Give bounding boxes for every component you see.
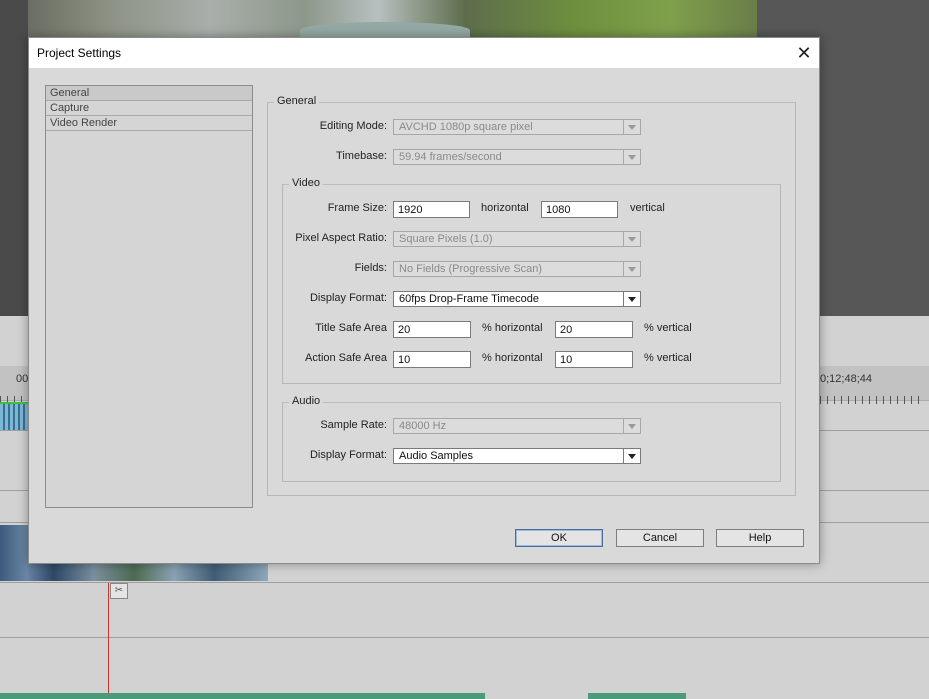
chevron-down-icon xyxy=(623,120,640,134)
chevron-down-icon xyxy=(623,232,640,246)
video-preview-detail xyxy=(300,22,470,38)
audio-group-label: Audio xyxy=(289,395,324,407)
frame-size-label: Frame Size: xyxy=(327,202,387,214)
nav-item-general[interactable]: General xyxy=(46,86,252,101)
fields-value: No Fields (Progressive Scan) xyxy=(399,263,543,275)
action-safe-h-input[interactable] xyxy=(393,351,471,368)
track-divider xyxy=(0,582,929,583)
dialog-titlebar[interactable]: Project Settings ✕ xyxy=(29,38,819,68)
sample-rate-label: Sample Rate: xyxy=(320,419,387,431)
action-safe-v-input[interactable] xyxy=(555,351,633,368)
audio-display-format-value: Audio Samples xyxy=(399,450,473,462)
nav-item-capture[interactable]: Capture xyxy=(46,101,252,116)
audio-display-format-select[interactable]: Audio Samples xyxy=(393,448,641,464)
playhead[interactable] xyxy=(108,583,109,699)
audio-clip[interactable] xyxy=(588,693,686,699)
title-safe-v-input[interactable] xyxy=(555,321,633,338)
action-safe-h-unit: % horizontal xyxy=(482,352,543,364)
action-safe-label: Action Safe Area xyxy=(305,352,387,364)
editing-mode-value: AVCHD 1080p square pixel xyxy=(399,121,533,133)
video-display-format-value: 60fps Drop-Frame Timecode xyxy=(399,293,539,305)
audio-clip[interactable] xyxy=(0,693,485,699)
action-safe-v-unit: % vertical xyxy=(644,352,692,364)
audio-display-format-label: Display Format: xyxy=(309,449,387,461)
sample-rate-value: 48000 Hz xyxy=(399,420,447,432)
title-safe-label: Title Safe Area xyxy=(315,322,387,334)
cancel-button[interactable]: Cancel xyxy=(616,529,704,547)
pixel-aspect-label: Pixel Aspect Ratio: xyxy=(295,232,387,244)
timeline-clip[interactable] xyxy=(0,404,28,430)
chevron-down-icon xyxy=(623,419,640,433)
video-display-format-select[interactable]: 60fps Drop-Frame Timecode xyxy=(393,291,641,307)
chevron-down-icon xyxy=(623,292,640,306)
editing-mode-label: Editing Mode: xyxy=(319,120,387,132)
timebase-select[interactable]: 59.94 frames/second xyxy=(393,149,641,165)
fields-select[interactable]: No Fields (Progressive Scan) xyxy=(393,261,641,277)
frame-width-input[interactable] xyxy=(393,201,470,218)
ruler-timecode-right: 0;12;48;44 xyxy=(820,373,872,385)
chevron-down-icon xyxy=(623,262,640,276)
audio-group: Audio xyxy=(282,395,781,482)
editing-mode-select[interactable]: AVCHD 1080p square pixel xyxy=(393,119,641,135)
chevron-down-icon xyxy=(623,150,640,164)
sample-rate-select[interactable]: 48000 Hz xyxy=(393,418,641,434)
video-display-format-label: Display Format: xyxy=(309,292,387,304)
nav-item-video-render[interactable]: Video Render xyxy=(46,116,252,131)
ok-button[interactable]: OK xyxy=(515,529,603,547)
timebase-value: 59.94 frames/second xyxy=(399,151,502,163)
chevron-down-icon xyxy=(623,449,640,463)
scissors-icon[interactable]: ✂ xyxy=(110,583,128,599)
close-icon[interactable]: ✕ xyxy=(789,38,819,68)
vertical-label: vertical xyxy=(630,202,665,214)
dialog-title: Project Settings xyxy=(37,46,122,60)
title-safe-h-unit: % horizontal xyxy=(482,322,543,334)
title-safe-h-input[interactable] xyxy=(393,321,471,338)
pixel-aspect-value: Square Pixels (1.0) xyxy=(399,233,493,245)
horizontal-label: horizontal xyxy=(481,202,529,214)
timebase-label: Timebase: xyxy=(336,150,387,162)
track-divider xyxy=(0,637,929,638)
frame-height-input[interactable] xyxy=(541,201,618,218)
general-group-label: General xyxy=(274,95,320,107)
pixel-aspect-select[interactable]: Square Pixels (1.0) xyxy=(393,231,641,247)
title-safe-v-unit: % vertical xyxy=(644,322,692,334)
ruler-ticks-right xyxy=(820,396,925,404)
project-settings-dialog: Project Settings ✕ General Capture Video… xyxy=(28,37,820,564)
settings-nav-list: General Capture Video Render xyxy=(45,85,253,508)
help-button[interactable]: Help xyxy=(716,529,804,547)
video-group-label: Video xyxy=(289,177,323,189)
fields-label: Fields: xyxy=(354,262,387,274)
